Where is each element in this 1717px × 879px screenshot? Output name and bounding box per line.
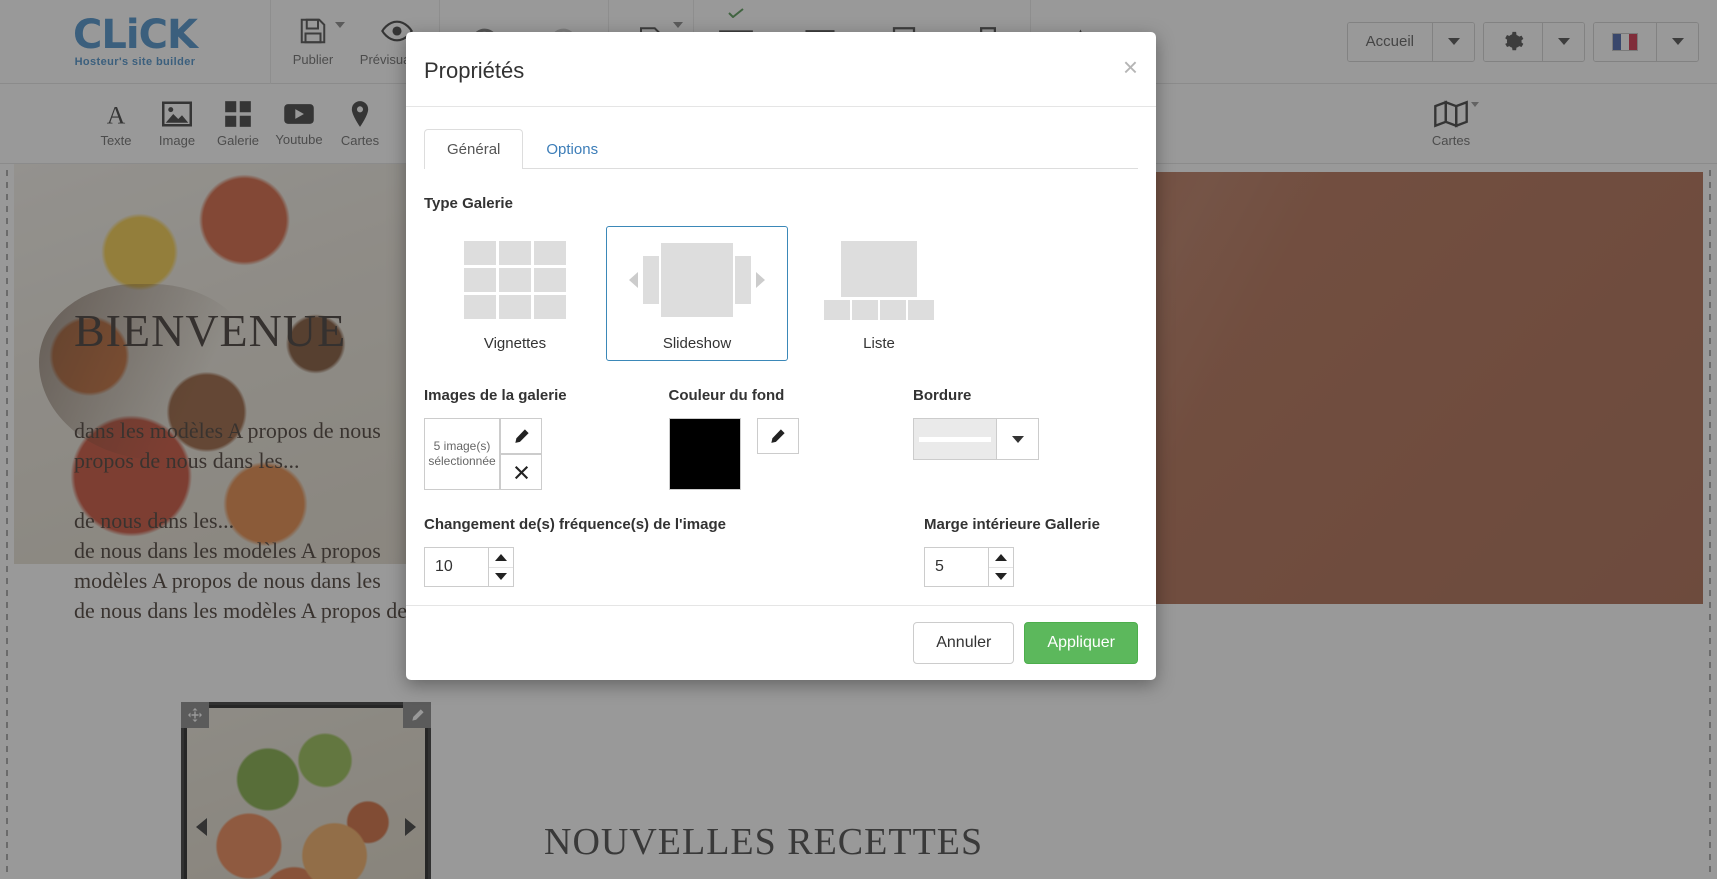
slideshow-main-slide: [661, 243, 733, 317]
images-field-label: Images de la galerie: [424, 387, 567, 404]
cancel-button[interactable]: Annuler: [913, 622, 1015, 664]
border-select[interactable]: [913, 418, 1040, 460]
modal-title: Propriétés: [424, 58, 525, 83]
gallery-type-slideshow-label: Slideshow: [662, 335, 732, 352]
background-color-label: Couleur du fond: [668, 387, 785, 404]
gallery-type-vignettes-label: Vignettes: [483, 335, 547, 352]
padding-spinner[interactable]: [988, 547, 1014, 587]
close-icon[interactable]: ×: [1123, 54, 1138, 80]
grid-thumbnails-icon: [431, 237, 599, 323]
fields-row-2: Changement de(s) fréquence(s) de l'image…: [424, 516, 1138, 587]
modal-tabs: Général Options: [424, 129, 1138, 169]
padding-field: Marge intérieure Gallerie: [924, 516, 1100, 587]
slideshow-side-left: [643, 256, 659, 304]
gallery-type-options: Vignettes Slideshow Liste: [424, 226, 1138, 361]
apply-button[interactable]: Appliquer: [1024, 622, 1138, 664]
padding-increment[interactable]: [989, 548, 1013, 568]
gallery-type-label: Type Galerie: [424, 195, 513, 212]
slideshow-side-right: [735, 256, 751, 304]
images-field: Images de la galerie 5 image(s) sélectio…: [424, 387, 669, 490]
gallery-type-liste[interactable]: Liste: [788, 226, 970, 361]
background-color-edit-button[interactable]: [756, 418, 799, 454]
modal-header: Propriétés ×: [406, 32, 1156, 107]
modal-footer: Annuler Appliquer: [406, 605, 1156, 680]
frequency-field-label: Changement de(s) fréquence(s) de l'image: [424, 516, 726, 533]
padding-field-label: Marge intérieure Gallerie: [924, 516, 1100, 533]
spinner-down-icon: [995, 573, 1007, 581]
slideshow-icon: [613, 237, 781, 323]
gallery-type-vignettes[interactable]: Vignettes: [424, 226, 606, 361]
border-select-caret[interactable]: [996, 419, 1038, 459]
frequency-spinner[interactable]: [488, 547, 514, 587]
pencil-icon: [514, 428, 529, 443]
frequency-field: Changement de(s) fréquence(s) de l'image: [424, 516, 924, 587]
padding-input[interactable]: [924, 547, 988, 587]
app-root: CLiCK Hosteur's site builder Publier: [0, 0, 1717, 879]
frequency-input[interactable]: [424, 547, 488, 587]
cross-icon: [514, 465, 528, 479]
tab-options[interactable]: Options: [523, 129, 621, 169]
list-icon: [795, 237, 963, 323]
spinner-down-icon: [495, 573, 507, 581]
spinner-up-icon: [995, 553, 1007, 561]
fields-row-1: Images de la galerie 5 image(s) sélectio…: [424, 387, 1138, 490]
border-field: Bordure: [913, 387, 1138, 490]
gallery-type-slideshow[interactable]: Slideshow: [606, 226, 788, 361]
images-clear-button[interactable]: [500, 454, 542, 490]
frequency-decrement[interactable]: [489, 568, 513, 587]
background-color-swatch[interactable]: [668, 418, 741, 490]
spinner-up-icon: [495, 553, 507, 561]
images-selected-value: 5 image(s) sélectionnée: [424, 418, 500, 490]
frequency-increment[interactable]: [489, 548, 513, 568]
chevron-down-icon: [1011, 435, 1024, 443]
gallery-type-liste-label: Liste: [863, 335, 895, 352]
pencil-icon: [771, 428, 785, 443]
border-selected-preview: [914, 419, 997, 459]
tab-general[interactable]: Général: [424, 129, 524, 169]
slideshow-prev-arrow-icon: [629, 272, 638, 288]
properties-modal: Propriétés × Général Options Type Galeri…: [406, 32, 1156, 680]
modal-body: Général Options Type Galerie Vignettes S…: [406, 107, 1156, 605]
background-color-field: Couleur du fond: [668, 387, 914, 490]
border-field-label: Bordure: [913, 387, 972, 404]
slideshow-next-arrow-icon: [756, 272, 765, 288]
images-edit-button[interactable]: [500, 418, 542, 454]
padding-decrement[interactable]: [989, 568, 1013, 587]
